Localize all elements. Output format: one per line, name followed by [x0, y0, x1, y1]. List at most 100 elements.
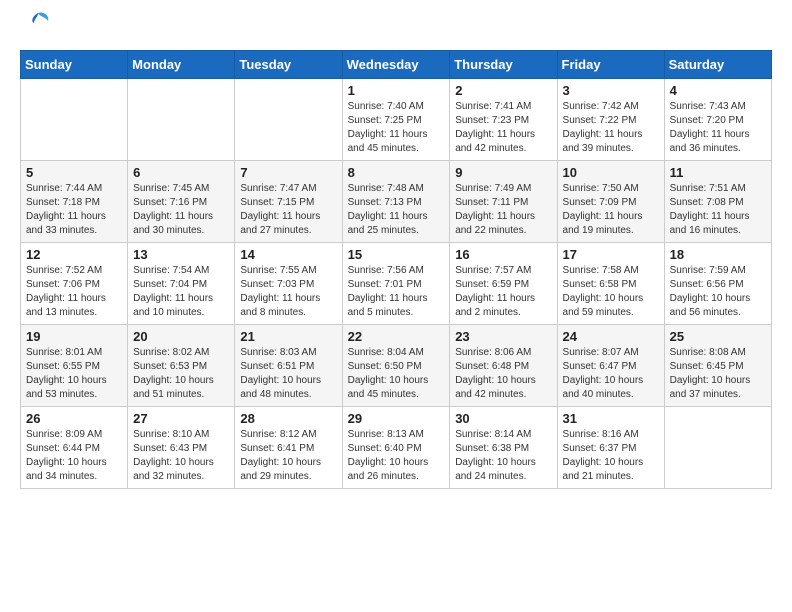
day-info: Sunrise: 8:08 AM Sunset: 6:45 PM Dayligh…	[670, 346, 766, 402]
day-number: 5	[26, 165, 122, 180]
calendar-week-row: 19Sunrise: 8:01 AM Sunset: 6:55 PM Dayli…	[21, 325, 772, 407]
day-number: 14	[240, 247, 336, 262]
day-info: Sunrise: 8:04 AM Sunset: 6:50 PM Dayligh…	[348, 346, 445, 402]
day-number: 8	[348, 165, 445, 180]
day-info: Sunrise: 8:03 AM Sunset: 6:51 PM Dayligh…	[240, 346, 336, 402]
day-of-week-header: Sunday	[21, 51, 128, 79]
day-info: Sunrise: 7:50 AM Sunset: 7:09 PM Dayligh…	[563, 182, 659, 238]
calendar-header-row: SundayMondayTuesdayWednesdayThursdayFrid…	[21, 51, 772, 79]
calendar-cell: 5 Sunrise: 7:44 AM Sunset: 7:18 PM Daylig…	[21, 161, 128, 243]
day-info: Sunrise: 7:47 AM Sunset: 7:15 PM Dayligh…	[240, 182, 336, 238]
calendar-cell: 20 Sunrise: 8:02 AM Sunset: 6:53 PM Dayli…	[128, 325, 235, 407]
day-info: Sunrise: 7:59 AM Sunset: 6:56 PM Dayligh…	[670, 264, 766, 320]
calendar-cell	[664, 407, 771, 489]
day-number: 17	[563, 247, 659, 262]
day-number: 26	[26, 411, 122, 426]
day-info: Sunrise: 7:44 AM Sunset: 7:18 PM Dayligh…	[26, 182, 122, 238]
day-info: Sunrise: 8:16 AM Sunset: 6:37 PM Dayligh…	[563, 428, 659, 484]
calendar-cell	[235, 79, 342, 161]
calendar-cell: 2 Sunrise: 7:41 AM Sunset: 7:23 PM Daylig…	[450, 79, 557, 161]
day-number: 22	[348, 329, 445, 344]
day-number: 23	[455, 329, 551, 344]
calendar-cell	[128, 79, 235, 161]
day-of-week-header: Monday	[128, 51, 235, 79]
day-number: 6	[133, 165, 229, 180]
day-info: Sunrise: 8:13 AM Sunset: 6:40 PM Dayligh…	[348, 428, 445, 484]
calendar-cell: 11Sunrise: 7:51 AM Sunset: 7:08 PM Dayli…	[664, 161, 771, 243]
day-info: Sunrise: 7:55 AM Sunset: 7:03 PM Dayligh…	[240, 264, 336, 320]
day-number: 7	[240, 165, 336, 180]
day-number: 16	[455, 247, 551, 262]
day-info: Sunrise: 8:07 AM Sunset: 6:47 PM Dayligh…	[563, 346, 659, 402]
day-info: Sunrise: 7:54 AM Sunset: 7:04 PM Dayligh…	[133, 264, 229, 320]
day-info: Sunrise: 7:45 AM Sunset: 7:16 PM Dayligh…	[133, 182, 229, 238]
calendar-week-row: 26 Sunrise: 8:09 AM Sunset: 6:44 PM Dayli…	[21, 407, 772, 489]
page-header	[20, 16, 772, 40]
calendar-cell: 29 Sunrise: 8:13 AM Sunset: 6:40 PM Dayli…	[342, 407, 450, 489]
day-number: 24	[563, 329, 659, 344]
calendar-cell: 17 Sunrise: 7:58 AM Sunset: 6:58 PM Dayli…	[557, 243, 664, 325]
logo	[20, 16, 52, 40]
day-info: Sunrise: 7:48 AM Sunset: 7:13 PM Dayligh…	[348, 182, 445, 238]
day-number: 4	[670, 83, 766, 98]
day-of-week-header: Wednesday	[342, 51, 450, 79]
calendar-table: SundayMondayTuesdayWednesdayThursdayFrid…	[20, 50, 772, 489]
day-number: 13	[133, 247, 229, 262]
day-info: Sunrise: 8:10 AM Sunset: 6:43 PM Dayligh…	[133, 428, 229, 484]
day-of-week-header: Thursday	[450, 51, 557, 79]
day-number: 1	[348, 83, 445, 98]
calendar-cell: 26 Sunrise: 8:09 AM Sunset: 6:44 PM Dayli…	[21, 407, 128, 489]
day-info: Sunrise: 8:09 AM Sunset: 6:44 PM Dayligh…	[26, 428, 122, 484]
day-info: Sunrise: 8:06 AM Sunset: 6:48 PM Dayligh…	[455, 346, 551, 402]
calendar-week-row: 1Sunrise: 7:40 AM Sunset: 7:25 PM Daylig…	[21, 79, 772, 161]
calendar-week-row: 5 Sunrise: 7:44 AM Sunset: 7:18 PM Daylig…	[21, 161, 772, 243]
day-number: 10	[563, 165, 659, 180]
day-number: 18	[670, 247, 766, 262]
calendar-cell: 25 Sunrise: 8:08 AM Sunset: 6:45 PM Dayli…	[664, 325, 771, 407]
day-number: 19	[26, 329, 122, 344]
calendar-cell: 1Sunrise: 7:40 AM Sunset: 7:25 PM Daylig…	[342, 79, 450, 161]
calendar-cell: 24 Sunrise: 8:07 AM Sunset: 6:47 PM Dayli…	[557, 325, 664, 407]
day-info: Sunrise: 7:43 AM Sunset: 7:20 PM Dayligh…	[670, 100, 766, 156]
day-number: 31	[563, 411, 659, 426]
day-info: Sunrise: 7:56 AM Sunset: 7:01 PM Dayligh…	[348, 264, 445, 320]
day-number: 29	[348, 411, 445, 426]
day-info: Sunrise: 7:49 AM Sunset: 7:11 PM Dayligh…	[455, 182, 551, 238]
calendar-cell	[21, 79, 128, 161]
calendar-cell: 21 Sunrise: 8:03 AM Sunset: 6:51 PM Dayli…	[235, 325, 342, 407]
calendar-cell: 27 Sunrise: 8:10 AM Sunset: 6:43 PM Dayli…	[128, 407, 235, 489]
day-number: 15	[348, 247, 445, 262]
calendar-cell: 8 Sunrise: 7:48 AM Sunset: 7:13 PM Daylig…	[342, 161, 450, 243]
day-number: 12	[26, 247, 122, 262]
day-info: Sunrise: 7:42 AM Sunset: 7:22 PM Dayligh…	[563, 100, 659, 156]
day-number: 25	[670, 329, 766, 344]
day-number: 21	[240, 329, 336, 344]
day-number: 27	[133, 411, 229, 426]
day-info: Sunrise: 7:41 AM Sunset: 7:23 PM Dayligh…	[455, 100, 551, 156]
day-of-week-header: Saturday	[664, 51, 771, 79]
calendar-cell: 10 Sunrise: 7:50 AM Sunset: 7:09 PM Dayli…	[557, 161, 664, 243]
day-info: Sunrise: 7:58 AM Sunset: 6:58 PM Dayligh…	[563, 264, 659, 320]
calendar-cell: 15 Sunrise: 7:56 AM Sunset: 7:01 PM Dayli…	[342, 243, 450, 325]
day-of-week-header: Friday	[557, 51, 664, 79]
calendar-cell: 9 Sunrise: 7:49 AM Sunset: 7:11 PM Daylig…	[450, 161, 557, 243]
day-number: 2	[455, 83, 551, 98]
calendar-cell: 6 Sunrise: 7:45 AM Sunset: 7:16 PM Daylig…	[128, 161, 235, 243]
day-info: Sunrise: 7:57 AM Sunset: 6:59 PM Dayligh…	[455, 264, 551, 320]
calendar-cell: 22 Sunrise: 8:04 AM Sunset: 6:50 PM Dayli…	[342, 325, 450, 407]
day-info: Sunrise: 8:12 AM Sunset: 6:41 PM Dayligh…	[240, 428, 336, 484]
logo-bird-icon	[24, 9, 52, 37]
day-number: 28	[240, 411, 336, 426]
day-info: Sunrise: 7:51 AM Sunset: 7:08 PM Dayligh…	[670, 182, 766, 238]
day-number: 30	[455, 411, 551, 426]
calendar-week-row: 12 Sunrise: 7:52 AM Sunset: 7:06 PM Dayli…	[21, 243, 772, 325]
day-info: Sunrise: 8:02 AM Sunset: 6:53 PM Dayligh…	[133, 346, 229, 402]
calendar-cell: 23 Sunrise: 8:06 AM Sunset: 6:48 PM Dayli…	[450, 325, 557, 407]
day-number: 9	[455, 165, 551, 180]
calendar-cell: 7 Sunrise: 7:47 AM Sunset: 7:15 PM Daylig…	[235, 161, 342, 243]
day-info: Sunrise: 7:52 AM Sunset: 7:06 PM Dayligh…	[26, 264, 122, 320]
calendar-cell: 30Sunrise: 8:14 AM Sunset: 6:38 PM Dayli…	[450, 407, 557, 489]
calendar-cell: 13 Sunrise: 7:54 AM Sunset: 7:04 PM Dayli…	[128, 243, 235, 325]
day-number: 20	[133, 329, 229, 344]
calendar-cell: 16 Sunrise: 7:57 AM Sunset: 6:59 PM Dayli…	[450, 243, 557, 325]
